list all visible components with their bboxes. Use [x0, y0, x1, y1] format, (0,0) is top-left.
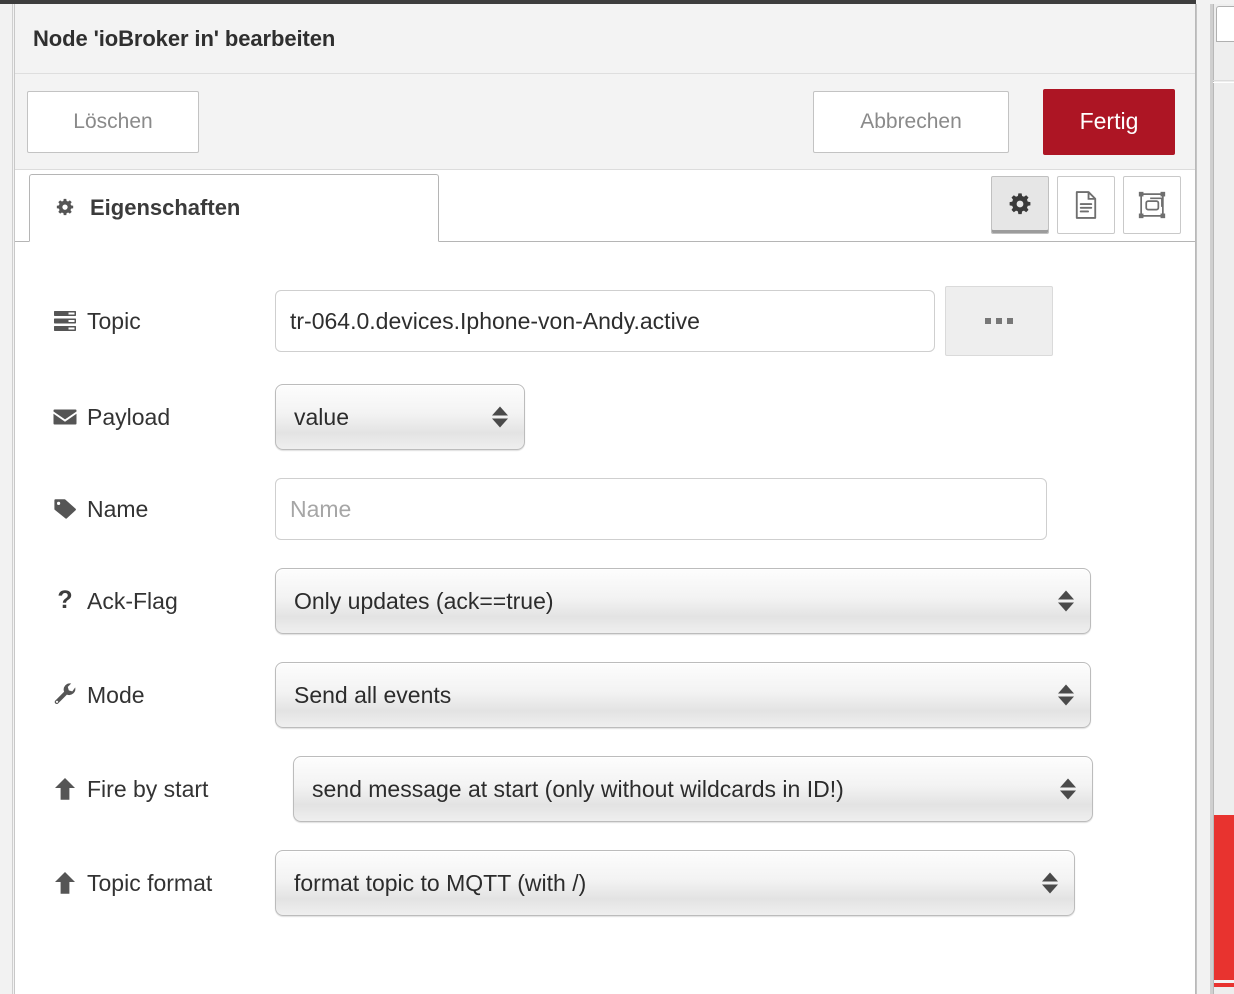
- field-control-topic: [275, 286, 1053, 356]
- properties-form: Topic tr-064.0.devices.Iphone-von-Andy.a…: [15, 242, 1195, 994]
- field-label-fire-by-start-text: Fire by start: [87, 775, 209, 802]
- node-edit-dialog: Node 'ioBroker in' bearbeiten Löschen Ab…: [14, 4, 1196, 994]
- stepper-icon: [1058, 684, 1074, 706]
- ack-flag-select-value: Only updates (ack==true): [294, 587, 554, 614]
- tasks-icon: [53, 309, 77, 333]
- tab-icon-button-group: [991, 176, 1181, 234]
- payload-select[interactable]: value: [275, 384, 525, 450]
- tab-bar: Eigenschaften: [15, 170, 1195, 242]
- question-icon: ?: [57, 585, 73, 614]
- form-row-ack-flag: ? Ack-Flag Only updates (ack==true): [15, 568, 1195, 634]
- topic-input[interactable]: [275, 290, 935, 352]
- fire-by-start-select[interactable]: send message at start (only without wild…: [293, 756, 1093, 822]
- field-label-name-text: Name: [87, 495, 149, 522]
- done-button[interactable]: Fertig: [1043, 88, 1175, 155]
- palette-divider-outer: [1196, 4, 1197, 994]
- tab-properties[interactable]: Eigenschaften: [29, 174, 439, 242]
- envelope-icon: [53, 405, 77, 429]
- arrow-up-icon: [53, 777, 77, 801]
- form-row-fire-by-start: Fire by start send message at start (onl…: [15, 756, 1195, 822]
- field-label-ack-flag-text: Ack-Flag: [87, 587, 178, 614]
- gear-icon: [54, 197, 76, 219]
- properties-icon-button[interactable]: [991, 176, 1049, 234]
- field-label-payload: Payload: [53, 404, 275, 431]
- workspace: Node 'ioBroker in' bearbeiten Löschen Ab…: [0, 0, 1234, 994]
- dot-3-icon: [1007, 318, 1013, 324]
- field-label-mode: Mode: [53, 682, 275, 709]
- dot-2-icon: [996, 318, 1002, 324]
- field-label-topic-format: Topic format: [53, 870, 275, 897]
- stepper-icon: [1058, 590, 1074, 612]
- page-title: Node 'ioBroker in' bearbeiten: [33, 25, 336, 51]
- red-node-sliver[interactable]: [1214, 815, 1234, 987]
- stepper-icon: [492, 406, 508, 428]
- cancel-button[interactable]: Abbrechen: [813, 90, 1009, 153]
- form-row-topic-format: Topic format format topic to MQTT (with …: [15, 850, 1195, 916]
- field-label-ack-flag: ? Ack-Flag: [53, 585, 275, 615]
- topic-format-select-value: format topic to MQTT (with /): [294, 869, 587, 896]
- form-row-topic: Topic: [15, 286, 1195, 356]
- palette-separator-line: [1213, 80, 1234, 81]
- tag-icon: [53, 497, 77, 521]
- appearance-icon-button[interactable]: [1123, 176, 1181, 234]
- arrow-up-icon: [53, 871, 77, 895]
- ack-flag-select[interactable]: Only updates (ack==true): [275, 568, 1091, 634]
- tab-properties-label: Eigenschaften: [90, 195, 241, 220]
- field-label-topic: Topic: [53, 308, 275, 335]
- topic-format-select[interactable]: format topic to MQTT (with /): [275, 850, 1075, 916]
- form-row-name: Name: [15, 478, 1195, 540]
- description-icon-button[interactable]: [1057, 176, 1115, 234]
- payload-select-value: value: [294, 403, 349, 430]
- gear-icon: [1009, 193, 1031, 215]
- stepper-icon: [1042, 872, 1058, 894]
- mode-select[interactable]: Send all events: [275, 662, 1091, 728]
- dialog-title-bar: Node 'ioBroker in' bearbeiten: [15, 4, 1195, 74]
- name-input[interactable]: [275, 478, 1047, 540]
- dialog-action-bar: Löschen Abbrechen Fertig: [15, 74, 1195, 170]
- mode-select-value: Send all events: [294, 681, 452, 708]
- palette-separator-highlight: [1213, 82, 1234, 83]
- delete-button[interactable]: Löschen: [27, 90, 199, 153]
- node-appearance-icon: [1138, 191, 1166, 219]
- field-label-payload-text: Payload: [87, 403, 171, 430]
- topic-browse-button[interactable]: [945, 286, 1053, 356]
- wrench-icon: [53, 683, 77, 707]
- form-row-payload: Payload value: [15, 384, 1195, 450]
- field-label-fire-by-start: Fire by start: [53, 776, 293, 803]
- stepper-icon: [1060, 778, 1076, 800]
- palette-tab-corner[interactable]: [1216, 6, 1234, 42]
- fire-by-start-select-value: send message at start (only without wild…: [312, 775, 844, 802]
- red-node-sliver-edge: [1214, 980, 1234, 983]
- field-label-mode-text: Mode: [87, 681, 145, 708]
- document-icon: [1075, 191, 1097, 219]
- right-palette-sliver: [1196, 0, 1234, 994]
- field-label-topic-format-text: Topic format: [87, 869, 213, 896]
- field-label-topic-text: Topic: [87, 307, 141, 334]
- left-gutter: [0, 4, 13, 994]
- dot-1-icon: [985, 318, 991, 324]
- field-label-name: Name: [53, 496, 275, 523]
- form-row-mode: Mode Send all events: [15, 662, 1195, 728]
